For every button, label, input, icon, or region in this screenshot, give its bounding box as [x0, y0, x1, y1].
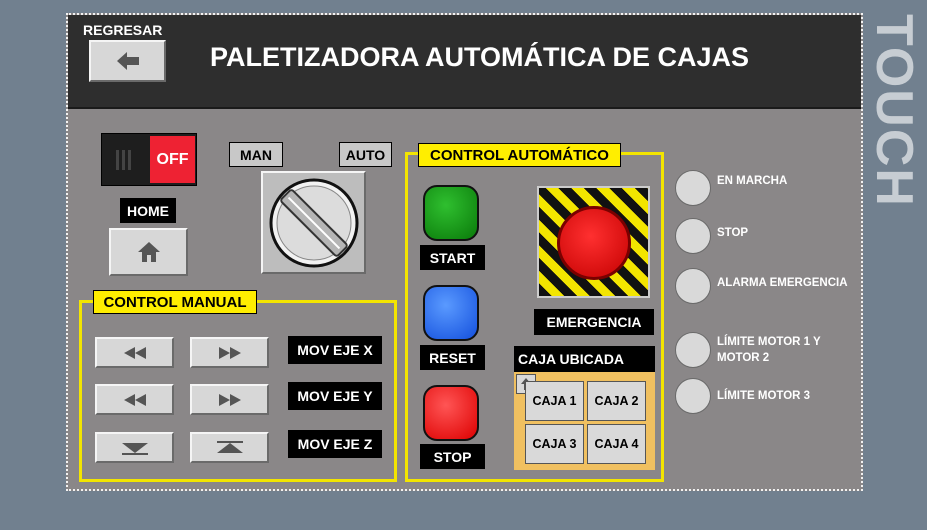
back-label: REGRESAR [83, 22, 163, 38]
limit-motor-3-indicator [675, 378, 711, 414]
selector-knob-icon [269, 178, 358, 267]
caja-2[interactable]: CAJA 2 [587, 381, 646, 421]
stop-button[interactable] [423, 385, 479, 441]
move-z-up-button[interactable] [190, 432, 269, 463]
axis-x-label: MOV EJE X [288, 336, 382, 364]
move-z-down-button[interactable] [95, 432, 174, 463]
emergency-label: EMERGENCIA [534, 309, 654, 335]
rewind-icon [123, 346, 146, 359]
reset-button[interactable] [423, 285, 479, 341]
auto-label: AUTO [339, 142, 392, 167]
auto-control-title: CONTROL AUTOMÁTICO [418, 143, 621, 167]
down-icon [121, 442, 148, 455]
limit-motor-12-indicator [675, 332, 711, 368]
caja-3[interactable]: CAJA 3 [525, 424, 584, 464]
up-icon [216, 440, 243, 453]
axis-z-label: MOV EJE Z [288, 430, 382, 458]
man-label: MAN [229, 142, 283, 167]
manual-control-title: CONTROL MANUAL [93, 290, 257, 314]
move-x-positive-button[interactable] [190, 337, 269, 368]
alarm-indicator [675, 268, 711, 304]
toggle-state-label: OFF [150, 136, 195, 183]
stop-indicator [675, 218, 711, 254]
home-icon [137, 242, 160, 262]
stop-label: STOP [420, 444, 485, 469]
fast-forward-icon [218, 346, 241, 359]
emergency-stop-button[interactable] [537, 186, 650, 298]
back-button[interactable] [89, 40, 166, 82]
stop-indicator-label: STOP [717, 227, 749, 239]
alarm-indicator-label: ALARMA EMERGENCIA [717, 277, 848, 289]
move-y-positive-button[interactable] [190, 384, 269, 415]
on-off-toggle[interactable]: OFF [101, 133, 197, 186]
page-title: PALETIZADORA AUTOMÁTICA DE CAJAS [210, 42, 749, 72]
man-auto-selector-switch[interactable] [261, 171, 366, 274]
rewind-icon [123, 393, 146, 406]
en-marcha-label: EN MARCHA [717, 175, 788, 187]
touch-label: TOUCH [865, 14, 923, 208]
caja-1[interactable]: CAJA 1 [525, 381, 584, 421]
home-label: HOME [120, 198, 176, 223]
caja-4[interactable]: CAJA 4 [587, 424, 646, 464]
arrow-left-icon [116, 52, 139, 70]
en-marcha-indicator [675, 170, 711, 206]
home-button[interactable] [109, 228, 188, 276]
move-x-negative-button[interactable] [95, 337, 174, 368]
caja-ubicada-title: CAJA UBICADA [514, 346, 655, 372]
start-label: START [420, 245, 485, 270]
fast-forward-icon [218, 393, 241, 406]
axis-y-label: MOV EJE Y [288, 382, 382, 410]
limit-motor-12-label: LÍMITE MOTOR 1 Y MOTOR 2 [717, 336, 821, 364]
move-y-negative-button[interactable] [95, 384, 174, 415]
start-button[interactable] [423, 185, 479, 241]
limit-motor-3-label: LÍMITE MOTOR 3 [717, 390, 811, 402]
reset-label: RESET [420, 345, 485, 370]
